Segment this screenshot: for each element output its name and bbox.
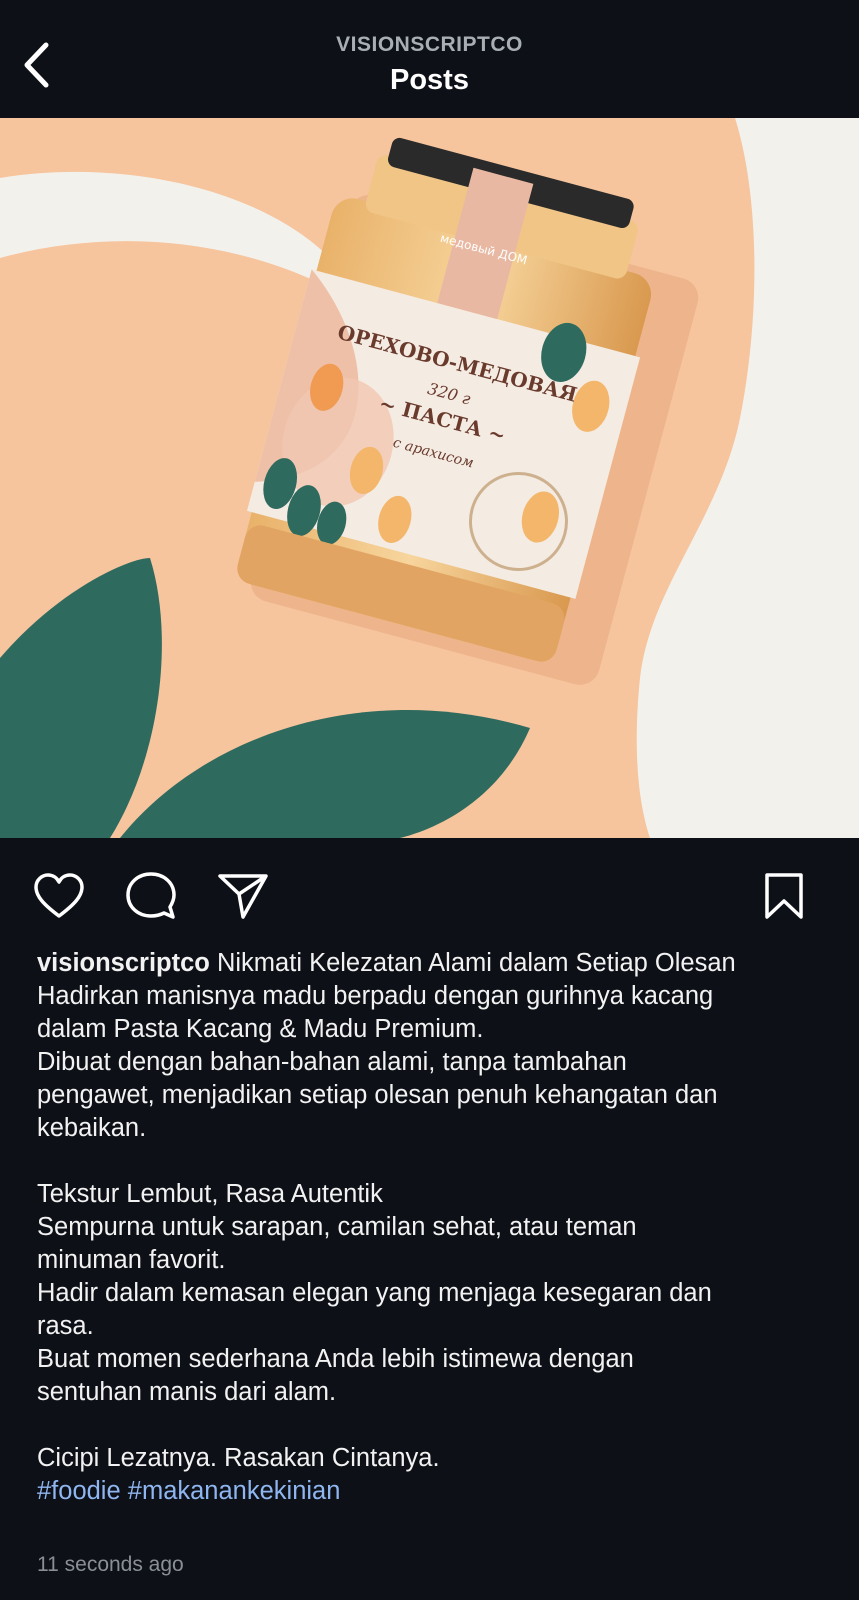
caption-heading: Nikmati Kelezatan Alami dalam Setiap Ole… bbox=[209, 949, 736, 977]
share-button[interactable] bbox=[215, 868, 271, 924]
hashtag-link[interactable]: #foodie bbox=[37, 1477, 121, 1505]
paper-plane-icon bbox=[218, 874, 268, 919]
page-title: Posts bbox=[390, 64, 469, 96]
caption-line: sentuhan manis dari alam. bbox=[37, 1378, 337, 1406]
comment-bubble-icon bbox=[126, 872, 176, 919]
caption-line: pengawet, menjadikan setiap olesan penuh… bbox=[37, 1081, 718, 1109]
caption-line: dalam Pasta Kacang & Madu Premium. bbox=[37, 1015, 484, 1043]
post-caption: visionscriptco Nikmati Kelezatan Alami d… bbox=[37, 947, 837, 1508]
caption-line: Hadir dalam kemasan elegan yang menjaga … bbox=[37, 1279, 712, 1307]
like-button[interactable] bbox=[31, 868, 87, 924]
caption-line: Buat momen sederhana Anda lebih istimewa… bbox=[37, 1345, 634, 1373]
caption-username[interactable]: visionscriptco bbox=[37, 949, 210, 977]
caption-line: rasa. bbox=[37, 1312, 94, 1340]
hashtag-link[interactable]: #makanankekinian bbox=[128, 1477, 341, 1505]
product-photo: медовый ДОМ ОРЕХОВО-МЕДОВАЯ 320 г ~ ПАСТ… bbox=[0, 118, 859, 838]
heart-icon bbox=[34, 873, 84, 918]
bookmark-icon bbox=[765, 873, 803, 919]
caption-line: Sempurna untuk sarapan, camilan sehat, a… bbox=[37, 1213, 637, 1241]
caption-line: Dibuat dengan bahan-bahan alami, tanpa t… bbox=[37, 1048, 627, 1076]
hashtags: #foodie #makanankekinian bbox=[37, 1475, 837, 1508]
post-actions bbox=[0, 838, 859, 948]
caption-line: minuman favorit. bbox=[37, 1246, 226, 1274]
caption-first-line: visionscriptco Nikmati Kelezatan Alami d… bbox=[37, 947, 837, 980]
top-header: VISIONSCRIPTCO Posts bbox=[0, 0, 859, 118]
post-timestamp: 11 seconds ago bbox=[37, 1553, 184, 1576]
caption-line: kebaikan. bbox=[37, 1114, 147, 1142]
post-image[interactable]: медовый ДОМ ОРЕХОВО-МЕДОВАЯ 320 г ~ ПАСТ… bbox=[0, 118, 859, 838]
caption-line: Cicipi Lezatnya. Rasakan Cintanya. bbox=[37, 1444, 440, 1472]
caption-line: Tekstur Lembut, Rasa Autentik bbox=[37, 1180, 383, 1208]
caption-line: Hadirkan manisnya madu berpadu dengan gu… bbox=[37, 982, 714, 1010]
save-button[interactable] bbox=[756, 868, 812, 924]
account-name[interactable]: VISIONSCRIPTCO bbox=[0, 33, 859, 57]
comment-button[interactable] bbox=[123, 868, 179, 924]
